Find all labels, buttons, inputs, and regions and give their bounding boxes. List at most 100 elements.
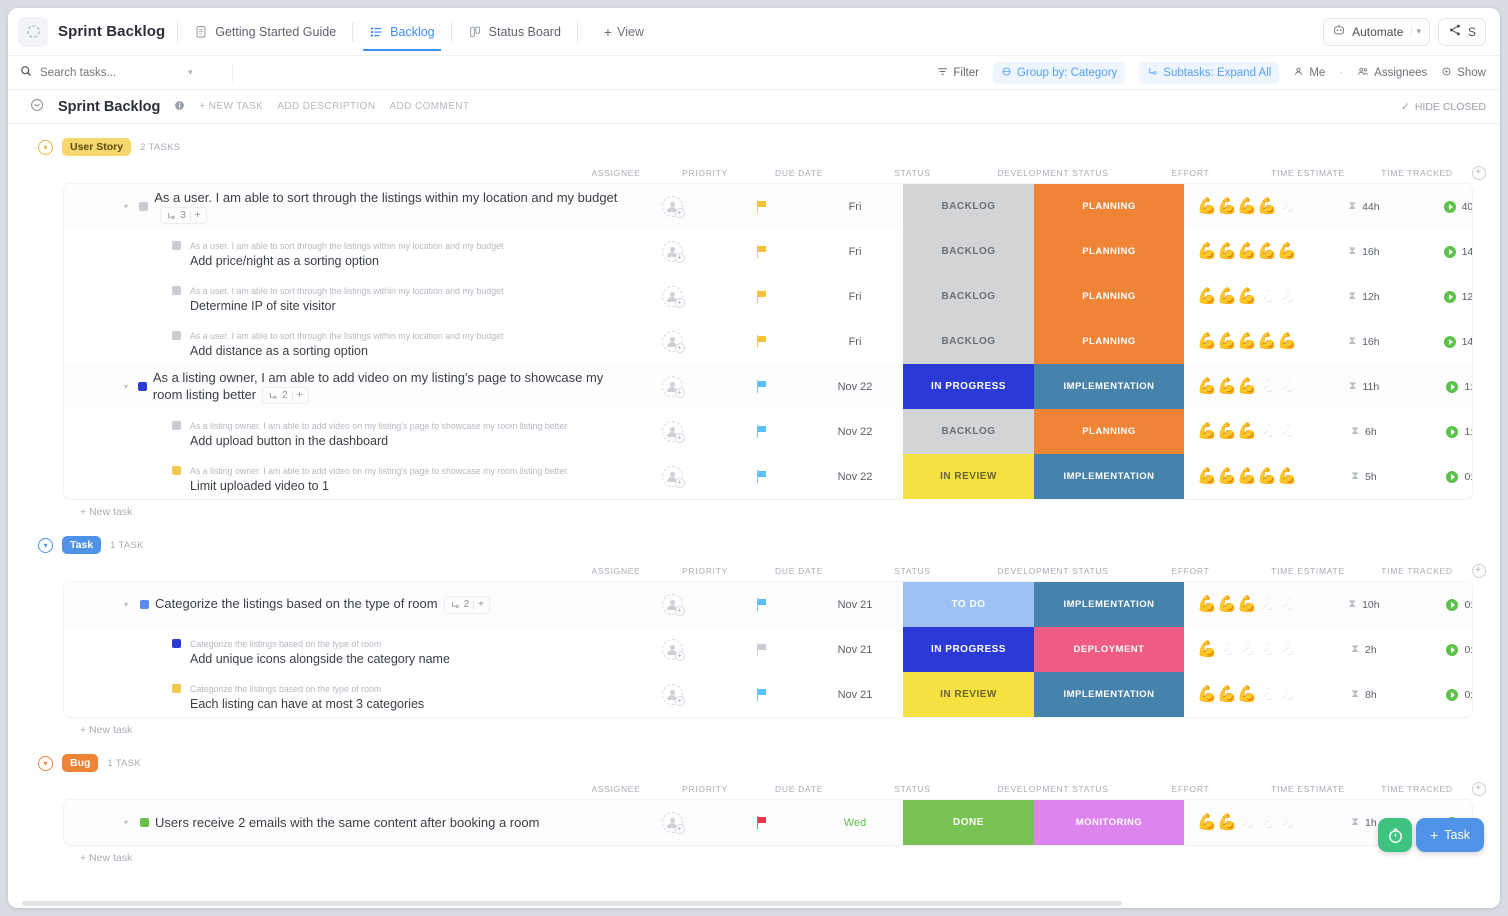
show-button[interactable]: Show xyxy=(1441,66,1486,80)
priority-flag-icon[interactable] xyxy=(755,380,768,393)
cell-development-status[interactable]: IMPLEMENTATION xyxy=(1034,582,1184,627)
table-row[interactable]: As a listing owner. I am able to add vid… xyxy=(64,409,1472,454)
status-badge[interactable]: BACKLOG xyxy=(903,274,1034,319)
effort-flex-icon[interactable]: 💪 xyxy=(1257,287,1276,306)
cell-development-status[interactable]: IMPLEMENTATION xyxy=(1034,672,1184,717)
effort-flex-icon[interactable]: 💪 xyxy=(1237,595,1256,614)
effort-flex-icon[interactable]: 💪 xyxy=(1277,422,1296,441)
cell-due-date[interactable]: Fri xyxy=(807,274,903,319)
cell-status[interactable]: IN REVIEW xyxy=(903,672,1034,717)
add-assignee-icon[interactable]: + xyxy=(675,298,685,308)
task-name-cell[interactable]: As a user. I am able to sort through the… xyxy=(64,323,629,360)
tab-status-board[interactable]: Status Board xyxy=(464,12,565,51)
add-assignee-icon[interactable]: + xyxy=(675,388,685,398)
development-status-badge[interactable]: MONITORING xyxy=(1034,800,1184,845)
cell-time-tracked[interactable]: 12:00:00 xyxy=(1419,274,1472,319)
group-header[interactable]: ▾User Story2 TASKS xyxy=(8,134,1500,162)
task-name-cell[interactable]: Categorize the listings based on the typ… xyxy=(64,631,629,668)
group-name-chip[interactable]: User Story xyxy=(62,138,131,156)
table-row[interactable]: ▾Users receive 2 emails with the same co… xyxy=(64,800,1472,845)
task-name-cell[interactable]: As a listing owner. I am able to add vid… xyxy=(64,413,629,450)
timer-icon[interactable] xyxy=(1446,471,1458,483)
priority-flag-icon[interactable] xyxy=(755,598,768,611)
expand-caret-icon[interactable]: ▾ xyxy=(124,600,134,609)
add-assignee-icon[interactable]: + xyxy=(675,478,685,488)
task-name-cell[interactable]: ▾As a user. I am able to sort through th… xyxy=(64,189,629,225)
effort-flex-icon[interactable]: 💪 xyxy=(1197,422,1216,441)
effort-flex-icon[interactable]: 💪 xyxy=(1217,595,1236,614)
add-assignee-icon[interactable]: + xyxy=(675,824,685,834)
workspace-logo[interactable] xyxy=(18,17,48,47)
cell-effort[interactable]: 💪💪💪💪💪 xyxy=(1184,409,1309,454)
info-icon[interactable] xyxy=(174,99,185,114)
status-badge[interactable]: BACKLOG xyxy=(903,319,1034,364)
avatar[interactable]: + xyxy=(662,376,683,397)
cell-status[interactable]: BACKLOG xyxy=(903,274,1034,319)
table-row[interactable]: As a user. I am able to sort through the… xyxy=(64,274,1472,319)
status-badge[interactable]: IN REVIEW xyxy=(903,672,1034,717)
development-status-badge[interactable]: PLANNING xyxy=(1034,229,1184,274)
table-row[interactable]: As a listing owner. I am able to add vid… xyxy=(64,454,1472,499)
new-task-button[interactable]: + NEW TASK xyxy=(199,101,263,112)
priority-flag-icon[interactable] xyxy=(755,425,768,438)
plus-icon[interactable]: + xyxy=(1472,564,1486,578)
subtask-title[interactable]: Determine IP of site visitor xyxy=(190,298,503,315)
effort-flex-icon[interactable]: 💪 xyxy=(1217,685,1236,704)
cell-effort[interactable]: 💪💪💪💪💪 xyxy=(1184,364,1309,409)
cell-due-date[interactable]: Nov 21 xyxy=(807,582,903,627)
cell-development-status[interactable]: DEPLOYMENT xyxy=(1034,627,1184,672)
task-title[interactable]: Users receive 2 emails with the same con… xyxy=(155,814,539,832)
effort-flex-icon[interactable]: 💪 xyxy=(1197,467,1216,486)
plus-icon[interactable]: + xyxy=(1472,166,1486,180)
status-square-icon[interactable] xyxy=(139,202,148,211)
development-status-badge[interactable]: PLANNING xyxy=(1034,409,1184,454)
cell-due-date[interactable]: Fri xyxy=(807,229,903,274)
effort-flex-icon[interactable]: 💪 xyxy=(1217,242,1236,261)
hide-closed-button[interactable]: ✓ HIDE CLOSED xyxy=(1401,101,1486,113)
subtask-title[interactable]: Add upload button in the dashboard xyxy=(190,433,567,450)
cell-time-estimate[interactable]: ⧗5h xyxy=(1309,454,1419,499)
effort-flex-icon[interactable]: 💪 xyxy=(1237,377,1256,396)
table-row[interactable]: Categorize the listings based on the typ… xyxy=(64,627,1472,672)
effort-flex-icon[interactable]: 💪 xyxy=(1197,685,1216,704)
effort-flex-icon[interactable]: 💪 xyxy=(1237,422,1256,441)
cell-status[interactable]: BACKLOG xyxy=(903,319,1034,364)
add-column-button[interactable]: + xyxy=(1471,166,1486,180)
effort-flex-icon[interactable]: 💪 xyxy=(1237,197,1256,216)
cell-status[interactable]: BACKLOG xyxy=(903,409,1034,454)
timer-icon[interactable] xyxy=(1446,381,1458,393)
add-assignee-icon[interactable]: + xyxy=(675,606,685,616)
add-assignee-icon[interactable]: + xyxy=(675,696,685,706)
effort-flex-icon[interactable]: 💪 xyxy=(1217,640,1236,659)
subtask-title[interactable]: Add unique icons alongside the category … xyxy=(190,651,450,668)
status-badge[interactable]: IN REVIEW xyxy=(903,454,1034,499)
table-row[interactable]: ▾As a user. I am able to sort through th… xyxy=(64,184,1472,229)
cell-status[interactable]: BACKLOG xyxy=(903,184,1034,229)
cell-time-tracked[interactable]: 0:00:00 xyxy=(1419,454,1472,499)
cell-development-status[interactable]: IMPLEMENTATION xyxy=(1034,454,1184,499)
cell-time-tracked[interactable]: 40:20:00 xyxy=(1419,184,1472,229)
timer-icon[interactable] xyxy=(1446,599,1458,611)
task-name-cell[interactable]: Categorize the listings based on the typ… xyxy=(64,676,629,713)
subtask-count-badge[interactable]: 2+ xyxy=(444,596,490,614)
effort-flex-icon[interactable]: 💪 xyxy=(1197,640,1216,659)
effort-flex-icon[interactable]: 💪 xyxy=(1197,332,1216,351)
priority-flag-icon[interactable] xyxy=(755,335,768,348)
cell-development-status[interactable]: PLANNING xyxy=(1034,229,1184,274)
filter-button[interactable]: Filter xyxy=(937,66,979,80)
status-square-icon[interactable] xyxy=(172,331,181,340)
subtask-count-badge[interactable]: 3+ xyxy=(160,207,206,225)
effort-flex-icon[interactable]: 💪 xyxy=(1257,640,1276,659)
development-status-badge[interactable]: IMPLEMENTATION xyxy=(1034,582,1184,627)
effort-flex-icon[interactable]: 💪 xyxy=(1197,813,1216,832)
effort-flex-icon[interactable]: 💪 xyxy=(1217,467,1236,486)
cell-time-estimate[interactable]: ⧗8h xyxy=(1309,672,1419,717)
subtask-title[interactable]: Add price/night as a sorting option xyxy=(190,253,503,270)
effort-flex-icon[interactable]: 💪 xyxy=(1197,595,1216,614)
effort-flex-icon[interactable]: 💪 xyxy=(1277,197,1296,216)
avatar[interactable]: + xyxy=(662,466,683,487)
group-header[interactable]: ▾Task1 TASK xyxy=(8,532,1500,560)
effort-flex-icon[interactable]: 💪 xyxy=(1197,287,1216,306)
development-status-badge[interactable]: IMPLEMENTATION xyxy=(1034,364,1184,409)
status-square-icon[interactable] xyxy=(172,684,181,693)
